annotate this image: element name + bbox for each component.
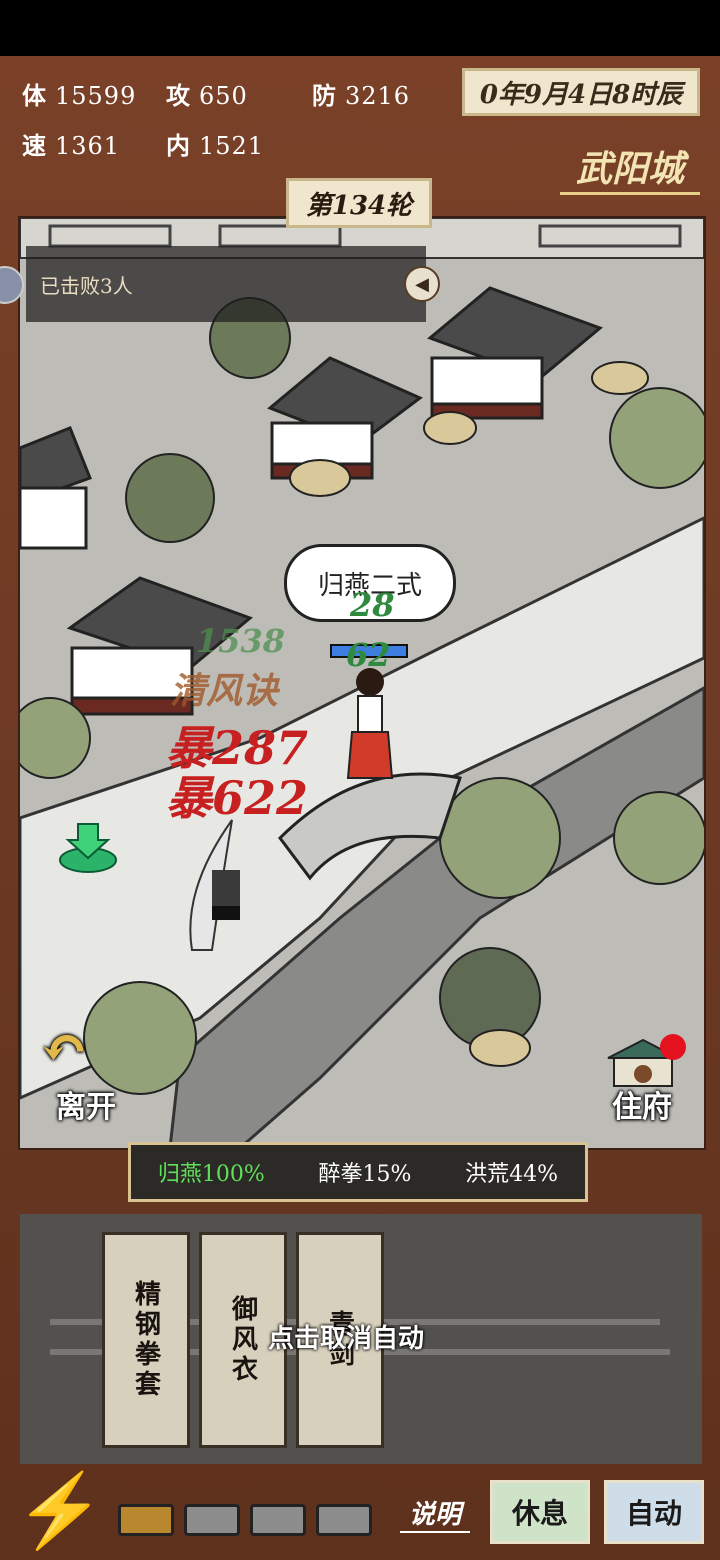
- item-card[interactable]: 精钢拳套: [102, 1232, 190, 1448]
- energy-slot: [184, 1504, 240, 1536]
- skill-entry: 洪荒44%: [465, 1162, 559, 1187]
- energy-slot: [316, 1504, 372, 1536]
- skill-entry: 醉拳15%: [318, 1162, 412, 1187]
- skill-proficiency-bar: 归燕100% 醉拳15% 洪荒44%: [128, 1142, 588, 1202]
- skill-name-popup: 清风诀: [170, 670, 279, 712]
- residence-button[interactable]: 住府: [612, 1082, 672, 1126]
- leave-arrow-icon[interactable]: ↶: [40, 1014, 89, 1082]
- stat-inner-power: 内 1521: [166, 131, 265, 160]
- damage-number: 28: [350, 586, 395, 624]
- round-counter: 第134轮: [286, 178, 432, 228]
- explain-button[interactable]: 说明: [400, 1494, 470, 1533]
- cancel-auto-tip[interactable]: 点击取消自动: [268, 1318, 424, 1355]
- stat-speed: 速 1361: [22, 131, 121, 160]
- stat-hp: 体 15599: [22, 81, 137, 110]
- notification-dot: [660, 1034, 686, 1060]
- auto-button[interactable]: 自动: [604, 1480, 704, 1544]
- damage-number: 62: [346, 636, 391, 674]
- rest-button[interactable]: 休息: [490, 1480, 590, 1544]
- house: [427, 286, 603, 420]
- damage-number-faded: 1538: [196, 622, 286, 660]
- collapse-arrow-icon[interactable]: ◀: [404, 266, 440, 302]
- defeat-count-banner: 已击败3人: [26, 246, 426, 322]
- leave-button[interactable]: 离开: [56, 1082, 116, 1126]
- stat-defense: 防 3216: [312, 81, 411, 110]
- energy-slot: [250, 1504, 306, 1536]
- energy-slot: [118, 1504, 174, 1536]
- crit-damage-number: 暴622: [166, 771, 309, 825]
- city-name[interactable]: 武阳城: [560, 140, 700, 195]
- skill-entry: 归燕100%: [157, 1162, 265, 1187]
- game-date: 0年9月4日8时辰: [462, 68, 700, 116]
- player-character: [346, 668, 394, 779]
- lightning-icon[interactable]: ⚡: [15, 1462, 105, 1558]
- system-status-bar: [0, 0, 720, 56]
- stat-attack: 攻 650: [166, 81, 248, 110]
